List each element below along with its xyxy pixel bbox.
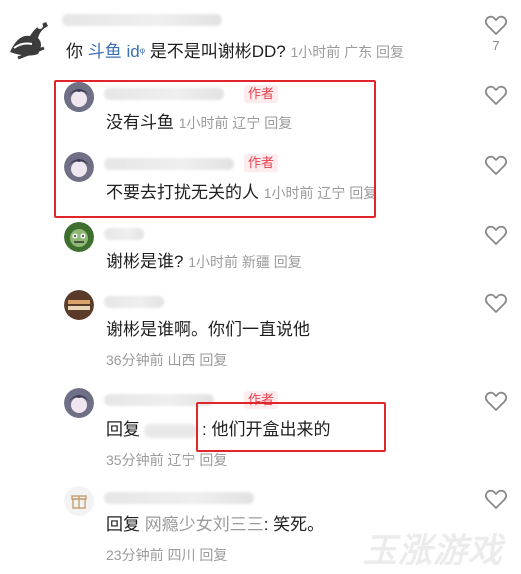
gift-avatar-icon	[64, 486, 94, 516]
comment-text: 回复 网瘾少女刘三三: 笑死。	[106, 515, 325, 534]
comment-text: 你 斗鱼 idᵠ 是不是叫谢彬DD? 1小时前 广东 回复	[66, 42, 405, 61]
heart-outline-icon	[484, 293, 508, 313]
comment-meta[interactable]: 35分钟前 辽宁 回复	[106, 451, 227, 469]
reply-target-link[interactable]: 网瘾少女刘三三	[145, 515, 264, 534]
avatar[interactable]	[64, 388, 94, 418]
comment-meta[interactable]: 36分钟前 山西 回复	[106, 351, 227, 369]
food-avatar-icon	[64, 290, 94, 320]
like-button[interactable]	[483, 488, 509, 510]
anime-avatar-icon	[64, 388, 94, 418]
comment-meta[interactable]: 23分钟前 四川 回复	[106, 546, 227, 564]
like-button[interactable]	[483, 84, 509, 106]
zombie-avatar-icon	[64, 222, 94, 252]
comment-item: 你 斗鱼 idᵠ 是不是叫谢彬DD? 1小时前 广东 回复 7	[0, 0, 521, 78]
highlight-box	[196, 402, 386, 452]
heart-outline-icon	[484, 15, 508, 35]
like-button[interactable]: 7	[483, 14, 509, 53]
comment-meta[interactable]: 1小时前 新疆 回复	[188, 254, 302, 270]
heart-outline-icon	[484, 391, 508, 411]
avatar[interactable]	[64, 290, 94, 320]
username-redacted	[104, 296, 164, 308]
avatar[interactable]	[64, 222, 94, 252]
username-redacted	[104, 492, 254, 504]
avatar[interactable]	[64, 486, 94, 516]
reply-item: 谢彬是谁啊。你们一直说他 36分钟前 山西 回复	[0, 288, 521, 378]
like-button[interactable]	[483, 292, 509, 314]
heart-outline-icon	[484, 85, 508, 105]
username-redacted	[62, 14, 222, 26]
comment-meta[interactable]: 1小时前 广东 回复	[290, 44, 404, 60]
reply-item: 谢彬是谁? 1小时前 新疆 回复	[0, 220, 521, 282]
reply-target-redacted	[144, 423, 198, 438]
heart-outline-icon	[484, 489, 508, 509]
comment-text: 谢彬是谁? 1小时前 新疆 回复	[106, 252, 302, 271]
like-button[interactable]	[483, 390, 509, 412]
like-count: 7	[492, 38, 500, 53]
watermark-text: 玉涨游戏	[363, 532, 503, 570]
username-redacted	[104, 228, 144, 240]
like-button[interactable]	[483, 154, 509, 176]
douyu-id-link[interactable]: 斗鱼 idᵠ	[88, 42, 145, 61]
heart-outline-icon	[484, 225, 508, 245]
avatar[interactable]	[4, 14, 52, 62]
like-button[interactable]	[483, 224, 509, 246]
highlight-box	[54, 80, 376, 218]
comment-text: 谢彬是谁啊。你们一直说他	[106, 320, 310, 339]
avatar-illustration-icon	[10, 22, 48, 60]
heart-outline-icon	[484, 155, 508, 175]
